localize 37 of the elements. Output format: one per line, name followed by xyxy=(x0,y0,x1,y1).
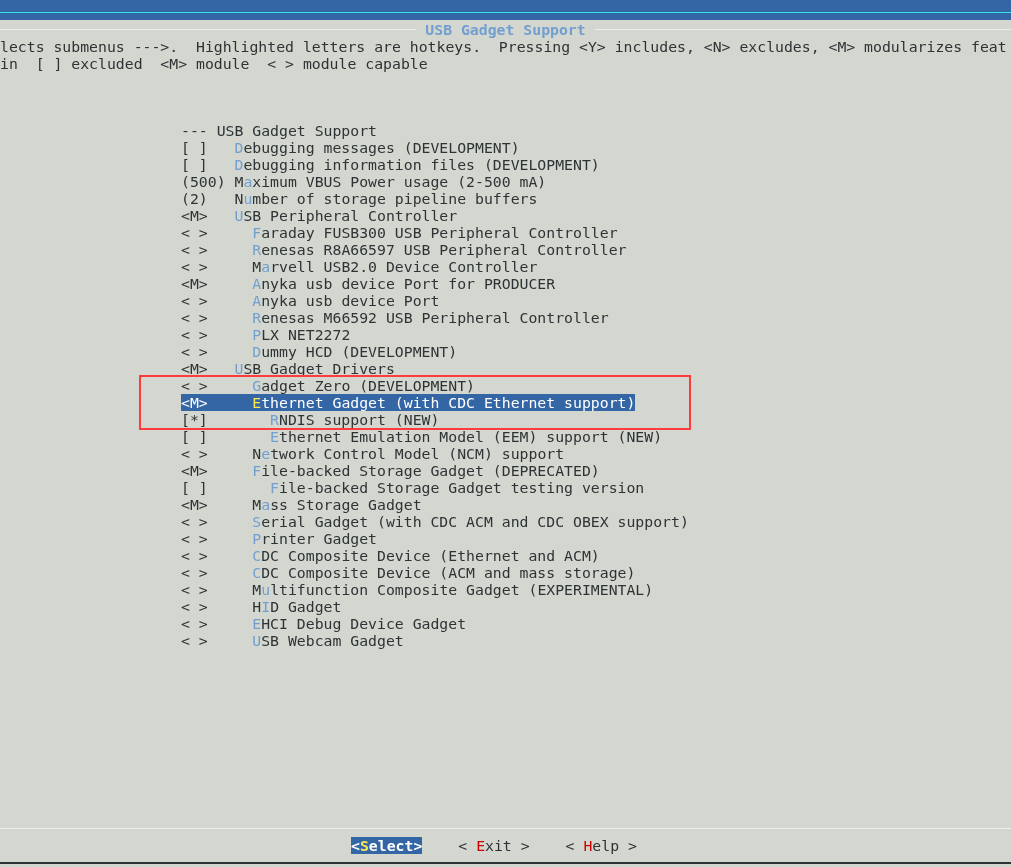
menu-item[interactable]: < > Anyka usb device Port xyxy=(181,292,440,309)
menu-item[interactable]: [ ] Debugging information files (DEVELOPMENT) xyxy=(181,156,600,173)
help-text: in [ ] excluded <M> module < > module capable xyxy=(0,55,428,72)
menu-item[interactable]: < > Network Control Model (NCM) support xyxy=(181,445,565,462)
menu-item[interactable]: <M> Anyka usb device Port for PRODUCER xyxy=(181,275,556,292)
menu-item[interactable]: < > Multifunction Composite Gadget (EXPERIMENTAL) xyxy=(181,581,654,598)
menu-item[interactable]: <M> File-backed Storage Gadget (DEPRECATED) xyxy=(181,462,600,479)
menu-item[interactable]: < > CDC Composite Device (ACM and mass storage) xyxy=(181,564,636,581)
menu-item[interactable]: < > PLX NET2272 xyxy=(181,326,351,343)
menu-item[interactable]: [ ] File-backed Storage Gadget testing version xyxy=(181,479,645,496)
dialog-button[interactable]: < Help > xyxy=(565,837,637,854)
help-text: lects submenus --->. Highlighted letters are hotkeys. Pressing <Y> includes, <N> excludes, <M> modularizes feat xyxy=(0,38,1007,55)
menu-item[interactable]: < > Faraday FUSB300 USB Peripheral Controller xyxy=(181,224,618,241)
menu-item[interactable]: <M> Mass Storage Gadget xyxy=(181,496,422,513)
menu-item[interactable]: < > Printer Gadget xyxy=(181,530,377,547)
menu-item[interactable]: < > Dummy HCD (DEVELOPMENT) xyxy=(181,343,458,360)
menu-item[interactable]: [ ] Debugging messages (DEVELOPMENT) xyxy=(181,139,520,156)
dialog-button[interactable]: <Select> xyxy=(351,837,423,854)
menu-item[interactable]: <M> USB Peripheral Controller xyxy=(181,207,458,224)
menu-heading: --- USB Gadget Support xyxy=(181,122,377,139)
menu-item[interactable]: < > Gadget Zero (DEVELOPMENT) xyxy=(181,377,475,394)
menu-item[interactable]: < > CDC Composite Device (Ethernet and ACM) xyxy=(181,547,600,564)
menu-item[interactable]: < > HID Gadget xyxy=(181,598,342,615)
menu-item[interactable]: [ ] Ethernet Emulation Model (EEM) support (NEW) xyxy=(181,428,663,445)
menu-item[interactable]: < > Renesas R8A66597 USB Peripheral Controller xyxy=(181,241,627,258)
dialog-title: USB Gadget Support xyxy=(424,21,587,38)
menu-item[interactable]: < > USB Webcam Gadget xyxy=(181,632,404,649)
menu-item[interactable]: (2) Number of storage pipeline buffers xyxy=(181,190,538,207)
menu-item[interactable]: <M> Ethernet Gadget (with CDC Ethernet support) xyxy=(181,394,636,411)
menu-item[interactable]: < > Ma rvell USB2.0 Device Controller xyxy=(181,258,538,275)
menu-item[interactable]: < > EHCI Debug Device Gadget xyxy=(181,615,467,632)
menu-item[interactable]: [*] RNDIS support (NEW) xyxy=(181,411,440,428)
menu-item[interactable]: <M> USB Gadget Drivers xyxy=(181,360,395,377)
menu-item[interactable]: < > Serial Gadget (with CDC ACM and CDC OBEX support) xyxy=(181,513,689,530)
dialog-button[interactable]: < Exit > xyxy=(458,837,530,854)
menu-item[interactable]: (500) Maximum VBUS Power usage (2-500 mA) xyxy=(181,173,547,190)
menu-item[interactable]: < > Renesas M66592 USB Peripheral Controller xyxy=(181,309,609,326)
